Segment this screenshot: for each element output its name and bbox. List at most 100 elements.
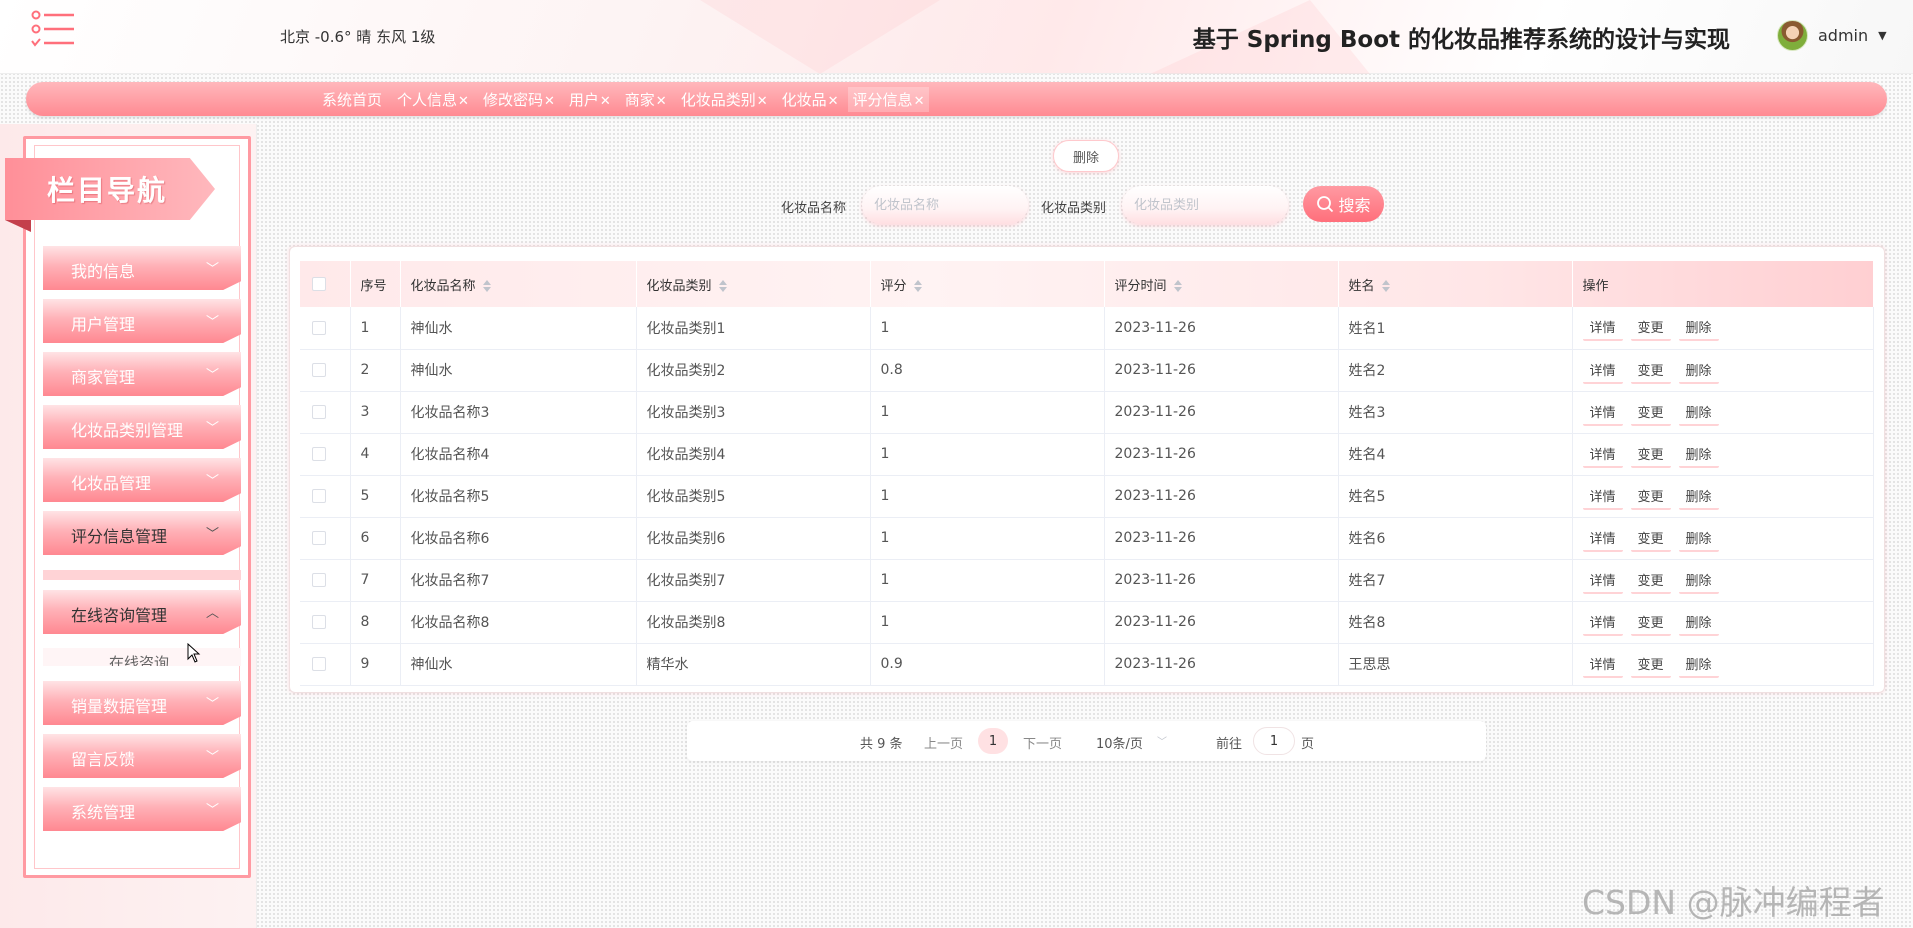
header-score-time[interactable]: 评分时间 (1104, 261, 1339, 307)
edit-button[interactable]: 变更 (1630, 524, 1671, 552)
row-checkbox[interactable] (312, 320, 326, 335)
close-icon[interactable]: ✕ (458, 94, 469, 109)
row-select-cell[interactable] (300, 307, 351, 349)
row-select-cell[interactable] (300, 517, 351, 559)
header-cosmetic-category[interactable]: 化妆品类别 (636, 261, 871, 307)
category-search-input[interactable] (1122, 186, 1288, 224)
prev-page-button[interactable]: 上一页 (924, 733, 963, 752)
page-size-select[interactable]: 10条/页 ﹀ (1087, 728, 1175, 754)
cell-score: 1 (870, 517, 1105, 559)
close-icon[interactable]: ✕ (600, 94, 611, 109)
delete-button[interactable]: 删除 (1678, 524, 1719, 552)
sort-icon[interactable] (913, 279, 923, 293)
batch-delete-button[interactable]: 删除 (1053, 140, 1119, 172)
close-icon[interactable]: ✕ (828, 94, 839, 109)
page-number-current[interactable]: 1 (978, 728, 1008, 754)
cell-score: 0.9 (870, 643, 1105, 685)
sidebar-item-users[interactable]: 用户管理 ﹀ (43, 299, 241, 343)
tab-user[interactable]: 用户✕ (564, 87, 616, 112)
detail-button[interactable]: 详情 (1582, 608, 1623, 636)
cell-name: 王思思 (1338, 643, 1573, 685)
sidebar-item-cosmetics[interactable]: 化妆品管理 ﹀ (43, 458, 241, 502)
name-search-input[interactable] (862, 186, 1028, 224)
cell-actions: 详情 变更 删除 (1572, 517, 1874, 559)
delete-button[interactable]: 删除 (1678, 440, 1719, 468)
sidebar-item-ratings[interactable]: 评分信息管理 ﹀ (43, 511, 241, 555)
next-page-button[interactable]: 下一页 (1023, 733, 1062, 752)
row-select-cell[interactable] (300, 475, 351, 517)
tab-merchant[interactable]: 商家✕ (620, 87, 672, 112)
sort-icon[interactable] (1381, 279, 1391, 293)
row-select-cell[interactable] (300, 433, 351, 475)
tab-password[interactable]: 修改密码✕ (478, 87, 560, 112)
row-select-cell[interactable] (300, 601, 351, 643)
row-checkbox[interactable] (312, 657, 326, 671)
row-checkbox[interactable] (312, 447, 326, 461)
tab-cosmetic[interactable]: 化妆品✕ (777, 87, 844, 112)
sort-icon[interactable] (1173, 279, 1183, 293)
submenu-item-consult[interactable]: 在线咨询 (43, 648, 241, 666)
delete-button[interactable]: 删除 (1678, 398, 1719, 426)
header-score[interactable]: 评分 (870, 261, 1105, 307)
detail-button[interactable]: 详情 (1582, 356, 1623, 384)
detail-button[interactable]: 详情 (1582, 524, 1623, 552)
sidebar-item-my-info[interactable]: 我的信息 ﹀ (43, 246, 241, 290)
close-icon[interactable]: ✕ (544, 94, 555, 109)
sidebar-item-consult[interactable]: 在线咨询管理 ︿ (43, 590, 241, 634)
menu-list-icon[interactable] (30, 10, 76, 50)
sidebar-item-sales[interactable]: 销量数据管理 ﹀ (43, 681, 241, 725)
edit-button[interactable]: 变更 (1630, 356, 1671, 384)
sidebar-item-cosmetic-category[interactable]: 化妆品类别管理 ﹀ (43, 405, 241, 449)
row-select-cell[interactable] (300, 391, 351, 433)
edit-button[interactable]: 变更 (1630, 398, 1671, 426)
sidebar-item-merchants[interactable]: 商家管理 ﹀ (43, 352, 241, 396)
row-checkbox[interactable] (312, 405, 326, 419)
close-icon[interactable]: ✕ (914, 94, 925, 109)
goto-page-input[interactable] (1253, 727, 1295, 755)
edit-button[interactable]: 变更 (1630, 566, 1671, 594)
edit-button[interactable]: 变更 (1630, 482, 1671, 510)
tab-rating[interactable]: 评分信息✕ (847, 86, 930, 112)
edit-button[interactable]: 变更 (1630, 650, 1671, 678)
delete-button[interactable]: 删除 (1678, 608, 1719, 636)
row-select-cell[interactable] (300, 559, 351, 601)
row-checkbox[interactable] (312, 615, 326, 629)
sidebar-item-feedback[interactable]: 留言反馈 ﹀ (43, 734, 241, 778)
row-checkbox[interactable] (312, 489, 326, 503)
user-menu[interactable]: admin ▼ (1777, 18, 1887, 52)
row-select-cell[interactable] (300, 349, 351, 391)
row-checkbox[interactable] (312, 573, 326, 587)
sort-icon[interactable] (482, 279, 492, 293)
detail-button[interactable]: 详情 (1582, 566, 1623, 594)
select-all-checkbox[interactable] (312, 277, 326, 291)
chevron-down-icon: ﹀ (205, 368, 219, 383)
detail-button[interactable]: 详情 (1582, 314, 1623, 342)
tab-home[interactable]: 系统首页 (317, 87, 388, 112)
detail-button[interactable]: 详情 (1582, 650, 1623, 678)
close-icon[interactable]: ✕ (656, 94, 667, 109)
row-checkbox[interactable] (312, 531, 326, 545)
delete-button[interactable]: 删除 (1678, 314, 1719, 342)
edit-button[interactable]: 变更 (1630, 314, 1671, 342)
header-cosmetic-name[interactable]: 化妆品名称 (400, 261, 637, 307)
row-checkbox[interactable] (312, 363, 326, 377)
sidebar-item-system[interactable]: 系统管理 ﹀ (43, 787, 241, 831)
delete-button[interactable]: 删除 (1678, 356, 1719, 384)
cell-cosmetic-name: 化妆品名称6 (400, 517, 637, 559)
delete-button[interactable]: 删除 (1678, 566, 1719, 594)
tab-profile[interactable]: 个人信息✕ (392, 87, 474, 112)
search-button[interactable]: 搜索 (1303, 186, 1384, 222)
header-select-all[interactable] (300, 261, 351, 307)
delete-button[interactable]: 删除 (1678, 482, 1719, 510)
sort-icon[interactable] (718, 279, 728, 293)
row-select-cell[interactable] (300, 643, 351, 685)
edit-button[interactable]: 变更 (1630, 440, 1671, 468)
detail-button[interactable]: 详情 (1582, 482, 1623, 510)
detail-button[interactable]: 详情 (1582, 398, 1623, 426)
close-icon[interactable]: ✕ (757, 94, 768, 109)
detail-button[interactable]: 详情 (1582, 440, 1623, 468)
header-name[interactable]: 姓名 (1338, 261, 1573, 307)
delete-button[interactable]: 删除 (1678, 650, 1719, 678)
edit-button[interactable]: 变更 (1630, 608, 1671, 636)
tab-cosmetic-category[interactable]: 化妆品类别✕ (676, 87, 773, 112)
